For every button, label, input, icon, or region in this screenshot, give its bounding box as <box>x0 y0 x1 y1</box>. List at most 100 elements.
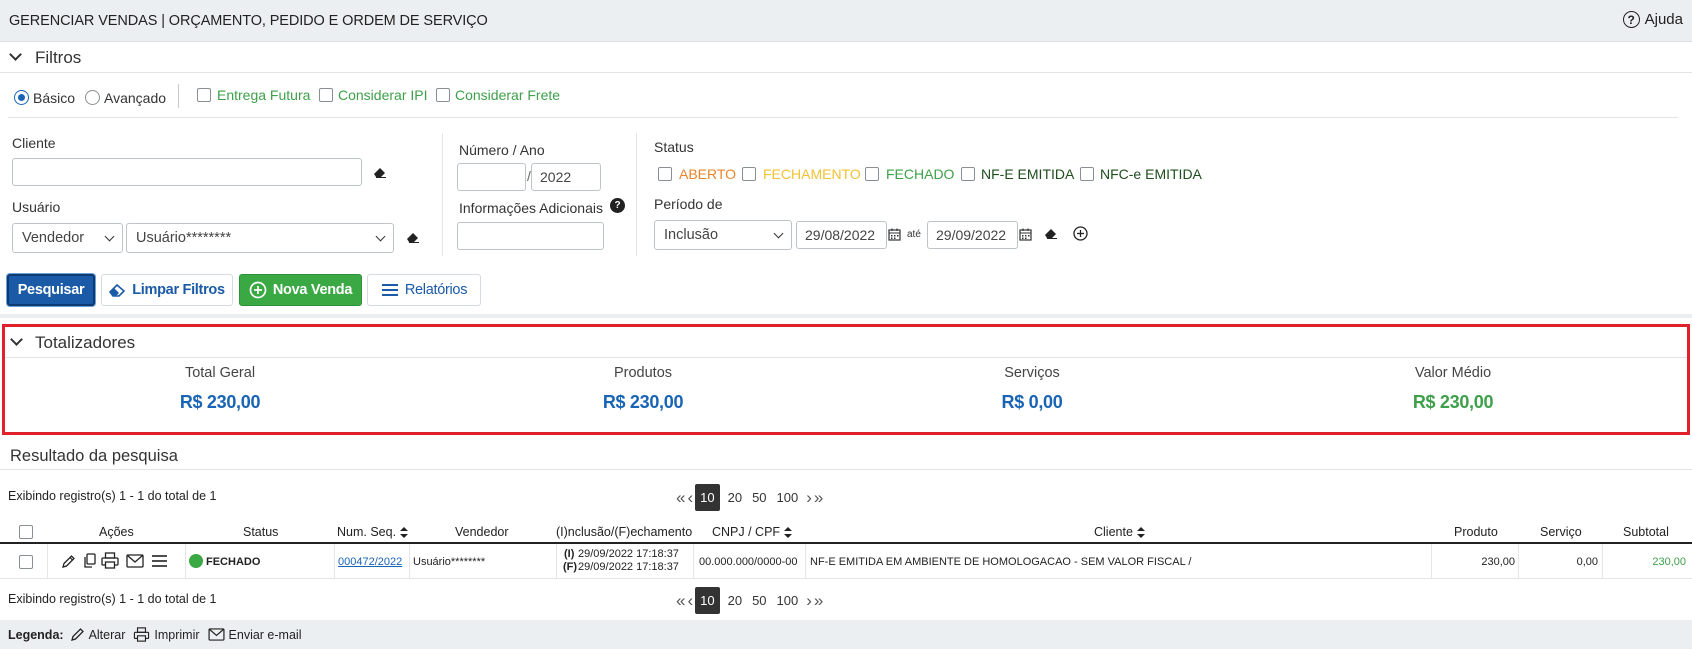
col-subtotal: Subtotal <box>1623 525 1669 539</box>
first-page-icon[interactable]: « <box>676 591 685 611</box>
status-fechado-label: FECHADO <box>886 166 955 182</box>
usuario-select[interactable]: Usuário******** <box>126 223 394 253</box>
first-page-icon[interactable]: « <box>676 488 685 508</box>
valor-medio-value: R$ 230,00 <box>1412 392 1494 412</box>
new-sale-label: Nova Venda <box>272 282 353 298</box>
col-vendedor: Vendedor <box>455 525 509 539</box>
edit-pencil-icon[interactable] <box>61 554 76 569</box>
date-from-input[interactable] <box>796 221 887 249</box>
reports-button[interactable]: Relatórios <box>367 274 481 306</box>
considerar-ipi-label: Considerar IPI <box>338 87 428 103</box>
page-size-20[interactable]: 20 <box>728 593 742 608</box>
copy-icon[interactable] <box>83 553 97 569</box>
row-checkbox[interactable] <box>19 555 33 569</box>
mode-basic-radio[interactable] <box>14 90 29 105</box>
page-size-50[interactable]: 50 <box>752 593 766 608</box>
status-fechamento-checkbox[interactable] <box>742 167 756 181</box>
page-size-50[interactable]: 50 <box>752 490 766 505</box>
chevron-down-icon <box>104 231 115 242</box>
eraser-icon[interactable] <box>373 166 387 178</box>
page-size-10[interactable]: 10 <box>695 484 720 511</box>
records-info: Exibindo registro(s) 1 - 1 do total de 1 <box>8 489 217 503</box>
status-dot-icon <box>189 554 203 568</box>
numero-ano-label: Número / Ano <box>459 142 545 158</box>
col-cnpj-label: CNPJ / CPF <box>712 525 781 539</box>
status-fechado-checkbox[interactable] <box>865 167 879 181</box>
page-size-20[interactable]: 20 <box>728 490 742 505</box>
chevron-down-icon <box>10 333 23 346</box>
search-button[interactable]: Pesquisar <box>7 274 95 306</box>
legend-title: Legenda: <box>8 627 64 642</box>
section-divider <box>0 314 1692 318</box>
periodo-type-select[interactable]: Inclusão <box>654 220 792 250</box>
edit-pencil-icon <box>70 628 84 641</box>
col-num-seq-label: Num. Seq. <box>337 525 397 539</box>
date-to-input[interactable] <box>927 221 1018 249</box>
usuario-type-select[interactable]: Vendedor <box>12 223 123 253</box>
new-sale-button[interactable]: Nova Venda <box>239 274 362 306</box>
info-adicionais-input[interactable] <box>457 222 604 250</box>
cliente-input[interactable] <box>12 158 362 186</box>
info-adicionais-label: Informações Adicionais <box>459 200 603 216</box>
chevron-down-icon <box>375 231 386 242</box>
date-separator: até <box>907 229 921 240</box>
row-vendedor: Usuário******** <box>413 556 486 568</box>
mode-basic-label: Básico <box>33 90 76 106</box>
col-cnpj[interactable]: CNPJ / CPF <box>712 525 793 539</box>
add-circle-icon[interactable] <box>1073 226 1088 241</box>
numero-input[interactable] <box>457 163 526 191</box>
clear-filters-button[interactable]: Limpar Filtros <box>101 274 233 306</box>
calendar-icon[interactable] <box>888 228 901 241</box>
next-page-icon[interactable]: › <box>806 591 812 611</box>
page-size-10[interactable]: 10 <box>695 587 720 614</box>
help-label: Ajuda <box>1644 11 1683 28</box>
mode-advanced-label: Avançado <box>104 90 167 106</box>
considerar-frete-label: Considerar Frete <box>455 87 561 103</box>
status-nfce-checkbox[interactable] <box>1080 167 1094 181</box>
filters-title: Filtros <box>35 48 82 67</box>
next-page-icon[interactable]: › <box>806 488 812 508</box>
mode-advanced-radio[interactable] <box>85 90 100 105</box>
page-size-100[interactable]: 100 <box>777 593 799 608</box>
last-page-icon[interactable]: » <box>814 488 823 508</box>
chevron-down-icon <box>9 48 22 61</box>
sort-icon <box>1136 527 1145 539</box>
menu-icon[interactable] <box>151 554 168 568</box>
servicos-value: R$ 0,00 <box>1001 392 1063 412</box>
pager-top: « ‹ 10 20 50 100 › » <box>676 484 823 511</box>
status-nfe-checkbox[interactable] <box>961 167 975 181</box>
printer-icon[interactable] <box>101 552 119 569</box>
considerar-frete-checkbox[interactable] <box>436 88 450 102</box>
col-num-seq[interactable]: Num. Seq. <box>337 525 409 539</box>
filters-header[interactable]: Filtros <box>0 47 1692 71</box>
eraser-icon[interactable] <box>1044 227 1058 239</box>
last-page-icon[interactable]: » <box>814 591 823 611</box>
entrega-futura-checkbox[interactable] <box>197 88 211 102</box>
prev-page-icon[interactable]: ‹ <box>687 591 693 611</box>
status-aberto-checkbox[interactable] <box>658 167 672 181</box>
col-cliente[interactable]: Cliente <box>1094 525 1145 539</box>
sort-icon <box>400 527 409 539</box>
eraser-icon[interactable] <box>406 231 420 243</box>
plus-circle-icon <box>249 281 267 299</box>
prev-page-icon[interactable]: ‹ <box>687 488 693 508</box>
usuario-type-value: Vendedor <box>22 230 85 246</box>
info-help-icon[interactable]: ? <box>610 198 625 213</box>
calendar-icon[interactable] <box>1019 228 1032 241</box>
email-icon <box>207 628 225 641</box>
row-num-seq-link[interactable]: 000472/2022 <box>338 556 402 568</box>
ano-input[interactable] <box>531 163 601 191</box>
servicos-label: Serviços <box>1004 365 1060 381</box>
select-all-checkbox[interactable] <box>19 525 33 539</box>
help-link[interactable]: ? Ajuda <box>1622 11 1683 28</box>
totals-header[interactable]: Totalizadores <box>0 332 1692 356</box>
considerar-ipi-checkbox[interactable] <box>319 88 333 102</box>
status-nfe-label: NF-E EMITIDA <box>981 166 1075 182</box>
email-icon[interactable] <box>126 554 144 568</box>
eraser-icon <box>109 283 126 297</box>
col-servico: Serviço <box>1540 525 1582 539</box>
entrega-futura-label: Entrega Futura <box>217 87 311 103</box>
col-acoes: Ações <box>99 525 134 539</box>
page-size-100[interactable]: 100 <box>777 490 799 505</box>
status-nfce-label: NFC-e EMITIDA <box>1100 166 1202 182</box>
